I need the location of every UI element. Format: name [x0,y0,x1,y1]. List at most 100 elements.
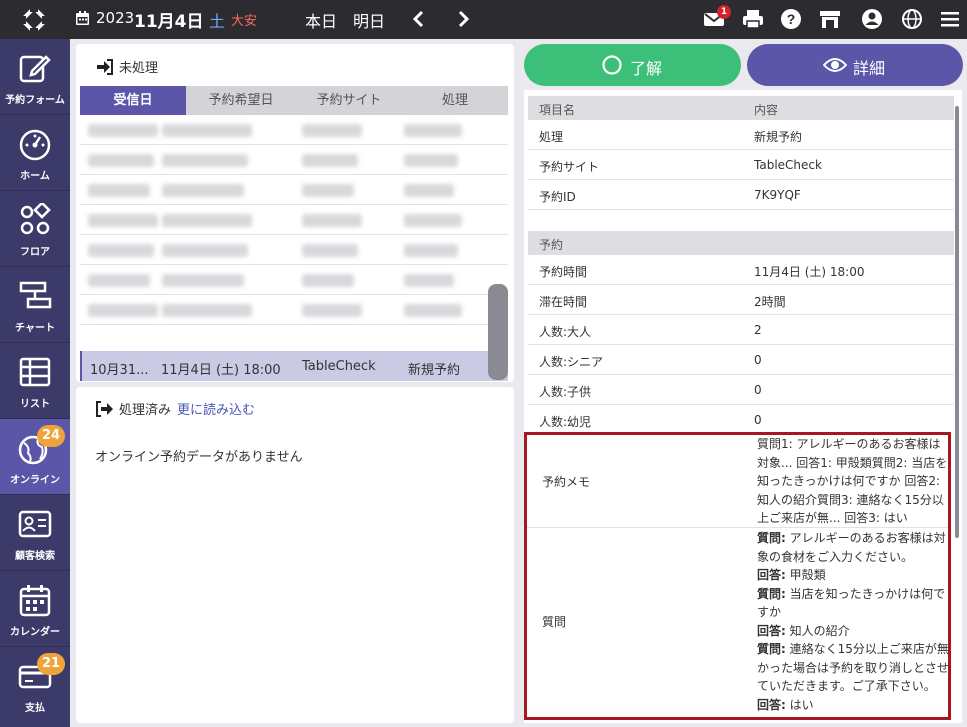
detail-row: 人数:子供 0 [528,375,954,405]
row-value: 0 [754,353,762,367]
answer-label: 回答: [757,623,786,638]
sidebar-item-label: 顧客検索 [15,551,55,562]
menu-icon[interactable] [939,8,961,30]
row-key: 滞在時間 [539,295,588,309]
sidebar-item-label: フロア [20,247,50,258]
globe-icon[interactable] [901,8,923,30]
sidebar-item-list[interactable]: リスト [0,343,70,419]
cell-site: TableCheck [302,359,376,374]
today-button[interactable]: 本日 [305,8,337,32]
store-icon[interactable] [819,8,841,30]
row-value: 0 [754,413,762,427]
memo-highlight-box: 予約メモ 質問1: アレルギーのあるお客様は対象... 回答1: 甲殻類質問2:… [524,432,951,720]
date-year: 2023 [96,9,135,27]
chevron-right-icon[interactable] [454,10,472,28]
blurred-cell [162,154,248,167]
read-more-link[interactable]: 更に読み込む [177,403,255,418]
table-row[interactable] [80,175,508,205]
blurred-cell [88,184,150,197]
answer-text: 知人の紹介 [785,623,850,638]
table-row[interactable] [80,235,508,265]
question-key: 質問 [542,615,567,629]
answer-text: 甲殻類 [785,568,826,582]
reservation-detail-panel: 項目名 内容 処理 新規予約 予約サイト TableCheck 予約ID 7K9… [524,90,962,723]
unprocessed-title: 未処理 [96,57,158,76]
sign-in-icon [97,59,113,75]
detail-scrollbar[interactable] [955,106,959,538]
blurred-cell [404,304,462,317]
row-value: 7K9YQF [754,188,801,202]
header-key: 項目名 [539,103,576,117]
column-received-date[interactable]: 受信日 [80,86,186,115]
eye-icon [823,58,847,72]
blurred-cell [404,124,462,137]
help-icon[interactable]: ? [780,8,802,30]
svg-text:?: ? [787,11,796,27]
sidebar-item-floor[interactable]: フロア [0,191,70,267]
sidebar-item-online[interactable]: 24 オンライン [0,419,70,495]
row-key: 処理 [539,130,564,144]
qa-item: 回答: 甲殻類 [757,566,949,585]
qa-item: 質問: アレルギーのあるお客様は対象の食材をご入力ください。 [757,529,949,566]
tomorrow-button[interactable]: 明日 [353,8,385,32]
mail-badge: 1 [717,5,731,19]
table-row[interactable] [80,205,508,235]
sidebar-item-payment[interactable]: 21 支払 [0,647,70,723]
blurred-rows [80,115,508,325]
print-icon[interactable] [742,8,764,30]
blurred-cell [162,304,252,317]
sidebar-item-home[interactable]: ホーム [0,115,70,191]
circle-icon [602,55,622,75]
acknowledge-button[interactable]: 了解 [524,44,741,86]
reservation-section-header: 予約 [528,231,954,255]
blurred-cell [302,124,362,137]
memo-value: 質問1: アレルギーのあるお客様は対象... 回答1: 甲殻類質問2: 当店を知… [757,437,948,525]
sidebar-item-reservation-form[interactable]: 予約フォーム [0,39,70,115]
blurred-cell [404,154,458,167]
calendar-icon [19,585,51,617]
sidebar-item-label: ホーム [20,171,50,182]
blurred-cell [302,244,358,257]
column-status[interactable]: 処理 [402,86,508,115]
blurred-cell [302,274,354,287]
blurred-cell [162,124,252,137]
blurred-cell [162,244,248,257]
cell-received: 10月31... [90,363,149,378]
column-site[interactable]: 予約サイト [296,86,402,115]
question-text: 当店を知ったきっかけは何ですか [757,586,946,620]
list-icon [19,357,51,387]
table-row-selected[interactable]: 10月31... 11月4日 (土) 18:00 TableCheck 新規予約 [80,351,508,381]
processed-title: 処理済み 更に読み込む [96,399,255,418]
detail-button[interactable]: 詳細 [747,44,963,86]
floor-icon [20,203,51,235]
sidebar-item-calendar[interactable]: カレンダー [0,571,70,647]
date-rokuyo: 大安 [231,14,258,29]
blurred-cell [404,184,454,197]
table-row[interactable] [80,295,508,325]
sidebar-item-label: リスト [20,399,50,410]
unprocessed-table: 受信日 予約希望日 予約サイト 処理 [80,86,508,325]
row-value: 11月4日 (土) 18:00 [754,265,865,279]
table-row[interactable] [80,115,508,145]
date-month-day: 11月4日 [134,12,204,32]
blurred-cell [302,154,358,167]
sign-out-icon [96,401,113,417]
table-row[interactable] [80,265,508,295]
chart-icon [19,281,52,309]
logo-icon[interactable] [20,6,48,34]
qa-item: 質問: 連絡なく15分以上ご来店が無かった場合は予約を取り消しとさせていただきま… [757,640,949,696]
table-row[interactable] [80,145,508,175]
list-scrollbar[interactable] [488,284,508,380]
user-icon[interactable] [861,8,883,30]
question-text: アレルギーのあるお客様は対象の食材をご入力ください。 [757,531,946,564]
blurred-cell [88,214,158,227]
detail-row: 人数:大人 2 [528,315,954,345]
sidebar-item-customer-search[interactable]: 顧客検索 [0,495,70,571]
row-key: 予約ID [539,190,576,204]
chevron-left-icon[interactable] [410,10,428,28]
sidebar-item-chart[interactable]: チャート [0,267,70,343]
detail-row: 予約時間 11月4日 (土) 18:00 [528,255,954,285]
detail-label: 詳細 [853,59,886,78]
blurred-cell [88,244,154,257]
column-desired-date[interactable]: 予約希望日 [186,86,296,115]
